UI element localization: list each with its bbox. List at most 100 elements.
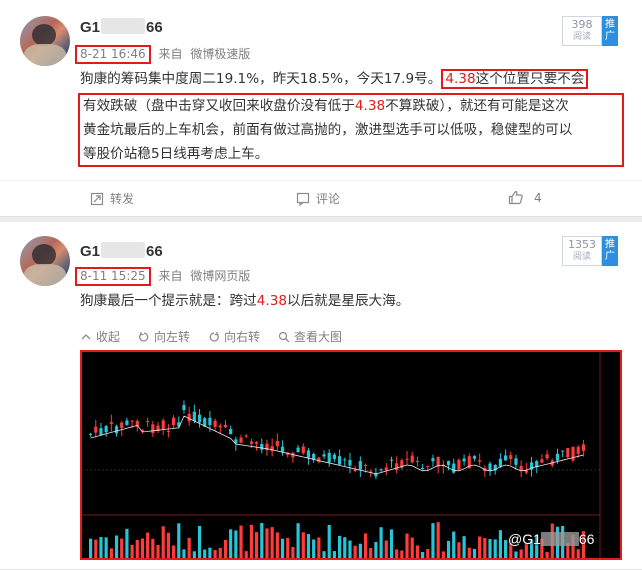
volume-bar <box>291 546 295 558</box>
candle <box>421 464 425 470</box>
like-button[interactable]: 4 <box>508 190 542 205</box>
promote-button[interactable]: 推广 <box>602 16 618 46</box>
candle <box>187 406 191 427</box>
candle <box>322 450 326 460</box>
candle <box>384 463 388 476</box>
highlight-box-1: 4.38这个位置只要不会 <box>441 69 589 89</box>
comment-button[interactable]: 评论 <box>296 190 340 207</box>
candle <box>244 434 248 439</box>
user-name[interactable]: G1 66 <box>80 18 163 36</box>
candle <box>389 456 394 468</box>
volume-bar <box>140 538 145 558</box>
volume-bar <box>369 548 373 558</box>
rotate-right-button[interactable]: 向右转 <box>208 328 260 345</box>
post-source[interactable]: 微博极速版 <box>190 47 250 61</box>
candle <box>327 449 331 467</box>
volume-bar <box>177 523 181 558</box>
promote-button[interactable]: 推广 <box>602 236 618 266</box>
post-time[interactable]: 8-11 15:25 <box>75 267 151 286</box>
stock-chart-image[interactable] <box>80 350 622 560</box>
rotate-left-button[interactable]: 向左转 <box>138 328 190 345</box>
watermark-redaction <box>540 532 579 546</box>
candle <box>472 455 477 462</box>
volume-bar <box>244 551 248 558</box>
volume-bar <box>441 551 445 558</box>
watermark-suffix: 66 <box>578 531 595 547</box>
candle <box>213 418 217 431</box>
volume-bar <box>156 544 160 558</box>
volume-bar <box>400 550 404 558</box>
avatar[interactable] <box>20 236 70 286</box>
candle <box>462 454 466 466</box>
volume-bar <box>296 523 300 558</box>
candle <box>410 451 414 464</box>
volume-bar <box>514 551 518 558</box>
volume-bar <box>172 545 176 558</box>
candle <box>415 456 419 467</box>
read-count: 1353 <box>568 238 596 251</box>
from-label: 来自 <box>158 269 183 283</box>
comment-label: 评论 <box>316 192 341 206</box>
volume-bar <box>415 545 419 558</box>
volume-bar <box>493 539 497 558</box>
volume-bar <box>120 538 124 558</box>
candle <box>140 429 145 434</box>
volume-bar <box>89 538 93 558</box>
volume-bar <box>166 532 170 558</box>
collapse-icon <box>81 333 91 339</box>
post-text-line1: 狗康的筹码集中度周二19.1%，昨天18.5%，今天17.9号。 4.38这个位置… <box>80 67 625 91</box>
post-meta: 8-11 15:25 来自 微博网页版 <box>75 267 250 286</box>
candle <box>270 438 274 457</box>
post-time[interactable]: 8-21 16:46 <box>75 45 151 64</box>
candle <box>519 460 523 478</box>
post-text-boxed: 有效跌破（盘中击穿又收回来收盘价没有低于4.38不算跌破），就还有可能是这次 黄… <box>83 94 623 166</box>
volume-bar <box>135 539 139 558</box>
candle <box>104 424 108 437</box>
volume-bar <box>130 544 134 558</box>
volume-bar <box>446 540 451 558</box>
volume-bar <box>255 532 259 558</box>
volume-bar <box>265 528 269 558</box>
volume-bar <box>327 524 331 558</box>
candle <box>301 443 305 455</box>
candle <box>332 452 336 462</box>
candle <box>581 439 585 457</box>
collapse-button[interactable]: 收起 <box>80 328 120 345</box>
volume-bar <box>203 549 207 558</box>
candle <box>478 453 482 466</box>
watermark-prefix: @G1 <box>508 531 541 547</box>
candle <box>94 419 98 438</box>
volume-bar <box>410 537 414 558</box>
volume-bar <box>114 535 119 558</box>
candle <box>275 433 279 451</box>
view-large-button[interactable]: 查看大图 <box>278 328 342 345</box>
volume-bar <box>363 533 368 558</box>
candle <box>540 454 544 464</box>
volume-bar <box>109 548 113 558</box>
volume-bar <box>358 543 362 558</box>
avatar[interactable] <box>20 16 70 66</box>
volume-bar <box>426 549 430 558</box>
volume-bar <box>338 535 342 558</box>
like-count: 4 <box>534 190 542 205</box>
zoom-icon <box>278 331 290 342</box>
volume-bar <box>478 536 482 558</box>
candle <box>146 417 150 428</box>
volume-bar <box>208 547 212 558</box>
post-source[interactable]: 微博网页版 <box>190 269 250 283</box>
candle <box>358 456 362 478</box>
volume-bar <box>472 548 477 558</box>
rotate-right-icon <box>209 331 219 342</box>
volume-bar <box>332 551 336 558</box>
volume-bar <box>436 522 440 558</box>
candle <box>109 414 113 432</box>
candle <box>452 458 456 474</box>
candle <box>431 454 435 467</box>
candle <box>545 450 549 461</box>
volume-bar <box>260 522 264 558</box>
candle <box>280 440 285 456</box>
volume-bar <box>182 549 186 558</box>
user-name[interactable]: G1 66 <box>80 242 163 260</box>
post-text-outro: 以后就是星辰大海。 <box>287 293 410 309</box>
repost-button[interactable]: 转发 <box>90 190 134 207</box>
